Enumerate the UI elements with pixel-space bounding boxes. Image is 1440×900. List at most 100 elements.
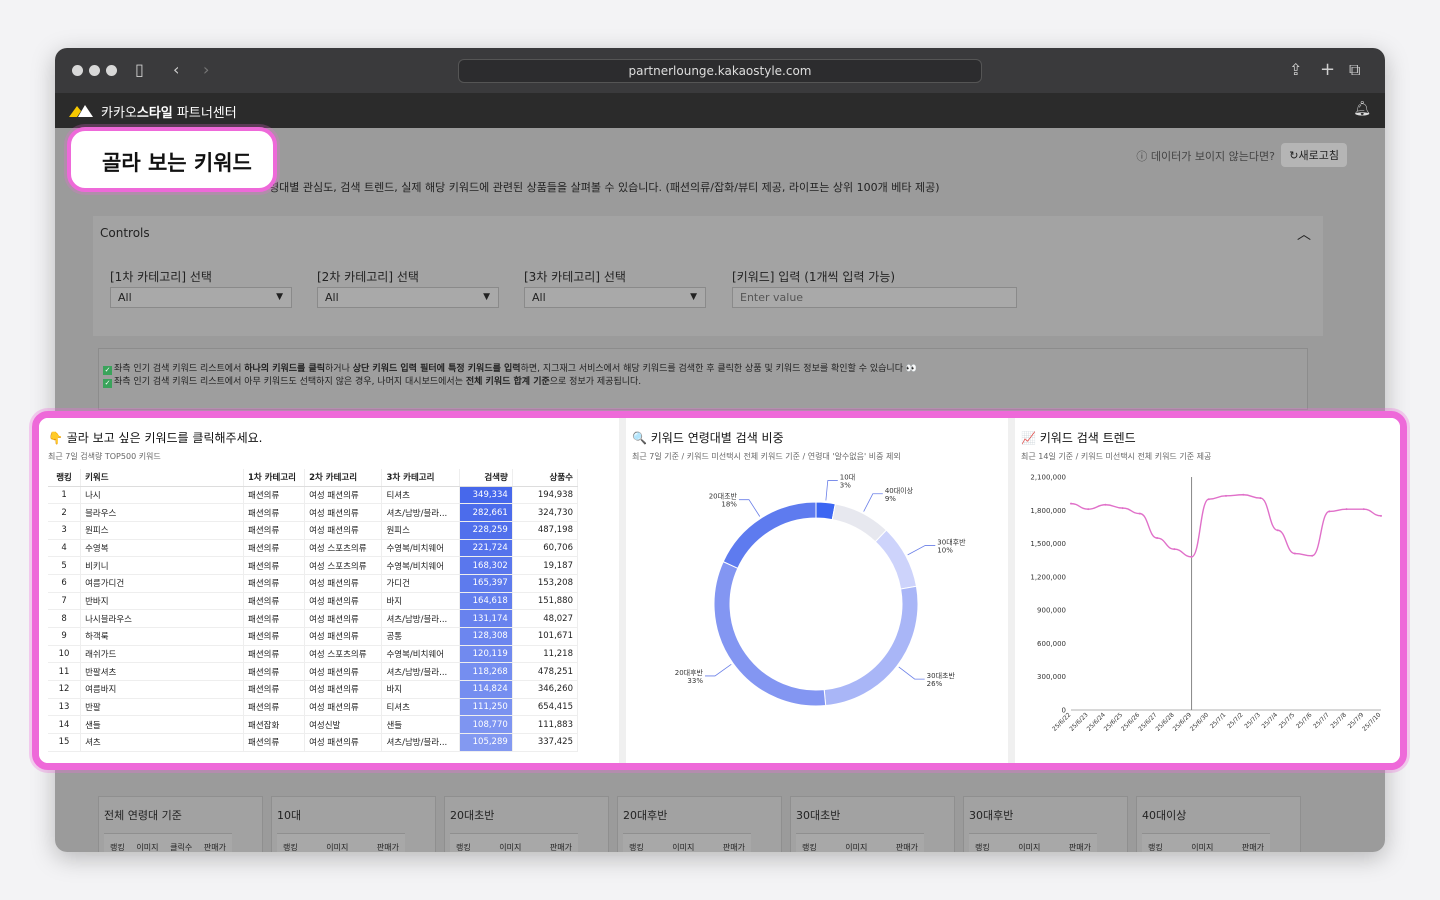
back-icon[interactable]: ‹ — [173, 59, 179, 81]
brand-name[interactable]: 카카오스타일 파트너센터 — [101, 102, 237, 121]
table-cell: 수영복/비치웨어 — [381, 645, 460, 664]
trend-point[interactable] — [1259, 497, 1262, 500]
help-link[interactable]: ⓘ 데이터가 보이지 않는다면? — [1136, 148, 1275, 164]
table-cell: 원피스 — [80, 521, 244, 540]
donut-slice[interactable] — [823, 585, 919, 707]
table-row[interactable]: 8 나시블라우스 패션의류 여성 패션의류 셔츠/남방/블라... 131,174 48,0… — [48, 609, 579, 628]
table-row[interactable]: 14 샌들 패션잡화 여성신발 샌들 108,770 111,883 — [48, 715, 579, 735]
bell-icon[interactable]: 🔔︎ — [1353, 101, 1371, 117]
share-icon[interactable]: ⇪ — [1289, 59, 1302, 81]
table-row[interactable]: 5 비키니 패션의류 여성 스포츠의류 수영복/비치웨어 168,302 19,187 — [48, 556, 579, 575]
table-cell: 282,661 — [459, 503, 513, 522]
trend-point[interactable] — [1225, 494, 1227, 497]
mini-column-header: 판매가 — [1068, 843, 1091, 852]
table-cell: 여름가디건 — [80, 574, 244, 593]
controls-section: Controls ︿ [1차 카테고리] 선택 All ▼ [2차 카테고리] 선… — [93, 216, 1323, 336]
trend-point[interactable] — [1345, 508, 1348, 511]
refresh-button[interactable]: ↻새로고침 — [1281, 143, 1347, 167]
trend-point[interactable] — [1293, 552, 1296, 555]
table-cell: 131,174 — [459, 609, 513, 628]
table-cell: 487,198 — [512, 521, 579, 540]
table-cell: 111,883 — [512, 715, 579, 735]
column-divider — [619, 418, 626, 763]
mini-column-header: 랭킹 — [456, 843, 471, 852]
forward-icon[interactable]: › — [203, 59, 209, 81]
table-row[interactable]: 12 여름바지 패션의류 여성 패션의류 바지 114,824 346,260 — [48, 680, 579, 699]
table-cell: 여성 스포츠의류 — [304, 556, 383, 575]
tabs-overview-icon[interactable]: ⧉ — [1349, 59, 1360, 81]
table-cell: 654,415 — [512, 698, 579, 717]
table-row[interactable]: 1 나시 패션의류 여성 패션의류 티셔츠 349,334 194,938 — [48, 486, 579, 505]
table-row[interactable]: 15 셔츠 패션의류 여성 패션의류 셔츠/남방/블라... 105,289 337,425 — [48, 733, 579, 752]
table-row[interactable]: 6 여름가디건 패션의류 여성 패션의류 가디건 165,397 153,208 — [48, 574, 579, 593]
column-header[interactable]: 3차 카테고리 — [381, 469, 460, 487]
table-cell: 여성 패션의류 — [304, 680, 383, 699]
category3-select[interactable]: All ▼ — [524, 287, 706, 308]
trend-point[interactable] — [1190, 555, 1193, 558]
y-tick-label: 900,000 — [1037, 607, 1066, 615]
table-row[interactable]: 9 하객룩 패션의류 여성 패션의류 공통 128,308 101,671 — [48, 627, 579, 646]
donut-slice[interactable] — [722, 501, 817, 569]
category2-select[interactable]: All ▼ — [317, 287, 499, 308]
table-row[interactable]: 4 수영복 패션의류 여성 스포츠의류 수영복/비치웨어 221,724 60,706 — [48, 539, 579, 558]
trend-point[interactable] — [1156, 537, 1159, 540]
table-row[interactable]: 7 반바지 패션의류 여성 패션의류 바지 164,618 151,880 — [48, 592, 579, 611]
table-row[interactable]: 13 반팔 패션의류 여성 패션의류 티셔츠 111,250 654,415 — [48, 698, 579, 717]
category1-select[interactable]: All ▼ — [110, 287, 292, 308]
trend-point[interactable] — [1380, 514, 1382, 517]
keyword-input[interactable]: Enter value — [732, 287, 1017, 308]
column-header[interactable]: 상품수 — [512, 469, 579, 487]
x-tick-label: 25/7/1 — [1209, 711, 1228, 730]
sidebar-icon[interactable]: ▯ — [135, 59, 144, 81]
address-bar[interactable]: partnerlounge.kakaostyle.com — [458, 59, 982, 83]
age-group-card-title: 30대초반 — [796, 809, 841, 822]
window-controls[interactable] — [72, 65, 117, 76]
mini-table-header: 랭킹 이미지 클릭수 판매가 — [104, 833, 232, 852]
age-group-card-title: 20대후반 — [623, 809, 668, 822]
table-cell: 원피스 — [381, 521, 460, 540]
table-cell: 나시 — [80, 486, 244, 505]
trend-point[interactable] — [1121, 507, 1124, 510]
trend-point[interactable] — [1362, 508, 1365, 511]
category3-filter: [3차 카테고리] 선택 All ▼ — [524, 268, 706, 308]
table-cell: 여성 패션의류 — [304, 574, 383, 593]
slice-percent-label: 3% — [840, 482, 851, 490]
column-header[interactable]: 키워드 — [80, 469, 244, 487]
donut-slice[interactable] — [831, 503, 888, 543]
table-cell: 48,027 — [512, 609, 579, 628]
trend-chart-subtitle: 최근 14일 기준 / 키워드 미선택시 전체 키워드 기준 제공 — [1021, 452, 1212, 461]
slice-label: 30대초반 — [927, 671, 956, 680]
table-cell: 여성 패션의류 — [304, 486, 383, 505]
donut-slice[interactable] — [874, 529, 918, 590]
slice-percent-label: 26% — [927, 680, 943, 688]
collapse-icon[interactable]: ︿ — [1297, 224, 1311, 244]
table-row[interactable]: 10 래쉬가드 패션의류 여성 스포츠의류 수영복/비치웨어 120,119 11,218 — [48, 645, 579, 664]
table-cell: 셔츠/남방/블라... — [381, 503, 460, 522]
trend-point[interactable] — [1242, 493, 1245, 496]
trend-point[interactable] — [1104, 503, 1107, 506]
new-tab-icon[interactable]: + — [1320, 59, 1335, 81]
donut-slice[interactable] — [713, 560, 827, 707]
trend-point[interactable] — [1207, 498, 1210, 501]
trend-series-line[interactable] — [1070, 494, 1382, 558]
mini-column-header: 판매가 — [549, 843, 572, 852]
trend-point[interactable] — [1087, 508, 1090, 511]
trend-point[interactable] — [1328, 510, 1331, 513]
column-header[interactable]: 랭킹 — [48, 469, 82, 487]
column-header[interactable]: 2차 카테고리 — [304, 469, 383, 487]
age-group-card: 30대초반 랭킹 이미지 판매가 — [790, 796, 955, 852]
mini-column-header: 랭킹 — [110, 843, 125, 852]
column-header[interactable]: 검색량 — [459, 469, 513, 487]
table-row[interactable]: 3 원피스 패션의류 여성 패션의류 원피스 228,259 487,198 — [48, 521, 579, 540]
trend-point[interactable] — [1138, 512, 1141, 515]
table-row[interactable]: 11 반팔셔츠 패션의류 여성 패션의류 셔츠/남방/블라... 118,268 478,2… — [48, 662, 579, 682]
trend-point[interactable] — [1276, 529, 1279, 532]
trend-point[interactable] — [1173, 548, 1176, 551]
table-cell: 15 — [48, 733, 82, 752]
dropdown-arrow-icon: ▼ — [690, 292, 697, 302]
trend-point[interactable] — [1070, 502, 1072, 505]
column-header[interactable]: 1차 카테고리 — [243, 469, 306, 487]
table-row[interactable]: 2 블라우스 패션의류 여성 패션의류 셔츠/남방/블라... 282,661 324,73… — [48, 503, 579, 522]
trend-point[interactable] — [1311, 554, 1314, 557]
x-tick-label: 25/7/6 — [1295, 711, 1314, 730]
